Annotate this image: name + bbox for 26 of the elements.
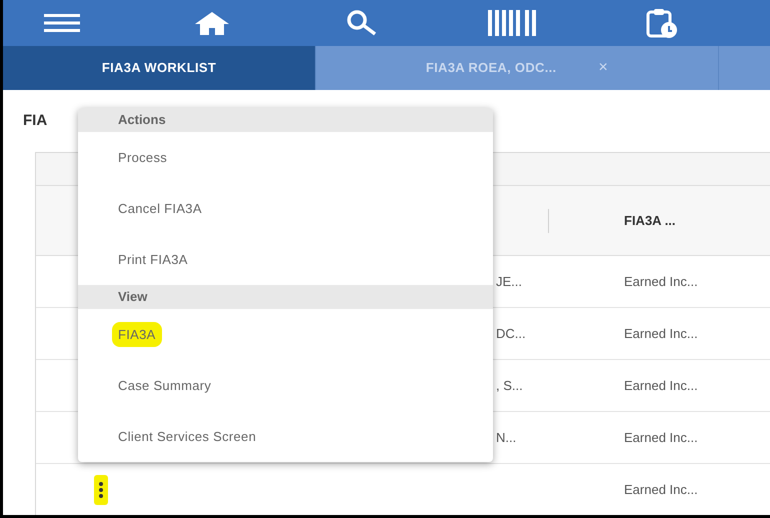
menu-item[interactable]: Print FIA3A (112, 246, 194, 272)
table-cell-text: , S... (496, 376, 523, 395)
table-cell-text: Earned Inc... (624, 480, 698, 499)
page-title: FIA (23, 110, 48, 131)
barcode-icon[interactable] (488, 10, 536, 36)
menu-item[interactable]: FIA3A (112, 322, 162, 348)
menu-icon[interactable] (44, 14, 80, 32)
home-icon[interactable] (194, 11, 230, 35)
menu-item[interactable]: Case Summary (112, 372, 218, 398)
menu-section-header: Actions (78, 108, 493, 132)
column-header[interactable]: FIA3A ... (624, 210, 676, 230)
menu-item[interactable]: Process (112, 144, 174, 170)
menu-item[interactable]: Client Services Screen (112, 424, 262, 450)
table-cell-text: Earned Inc... (624, 376, 698, 395)
table-cell-text: N... (496, 428, 516, 447)
table-cell-text: DC... (496, 324, 526, 343)
tab[interactable]: FIA3A WORKLIST (3, 46, 315, 90)
search-icon[interactable] (346, 10, 378, 36)
table-cell-text: Earned Inc... (624, 428, 698, 447)
menu-section-header: View (78, 285, 493, 309)
clipboard-clock-icon[interactable] (646, 8, 678, 38)
table-cell-text: Earned Inc... (624, 272, 698, 291)
menu-item[interactable]: Cancel FIA3A (112, 196, 208, 222)
more-options-button[interactable] (94, 474, 108, 504)
table-cell-text: JE... (496, 272, 522, 291)
table-cell-text: Earned Inc... (624, 324, 698, 343)
